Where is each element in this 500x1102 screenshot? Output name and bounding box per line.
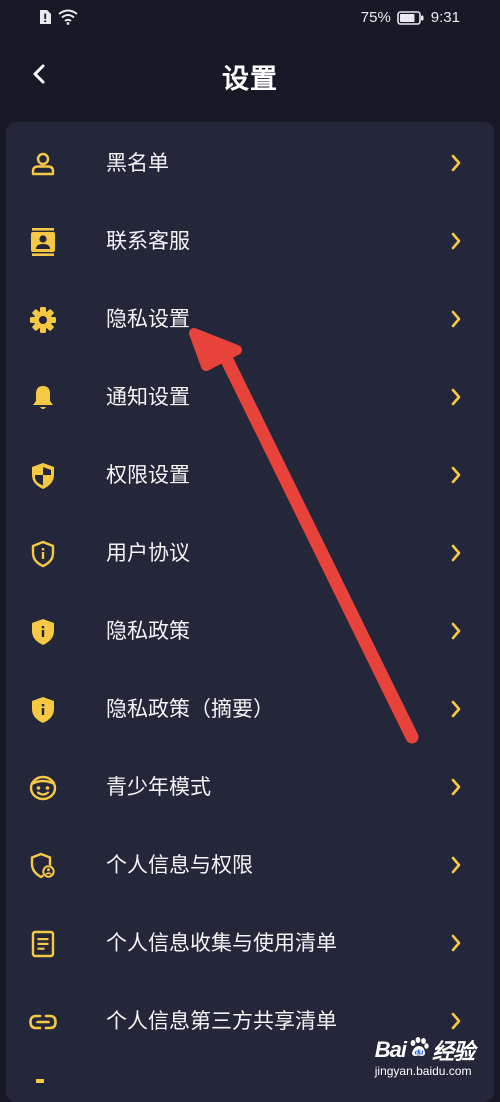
settings-item-contact-service[interactable]: 联系客服	[6, 202, 494, 280]
chevron-right-icon	[448, 776, 464, 798]
partial-item-icon	[28, 1076, 58, 1102]
chevron-right-icon	[448, 620, 464, 642]
chevron-right-icon	[448, 698, 464, 720]
watermark-brand-suffix: 经验	[431, 1039, 475, 1064]
chevron-right-icon	[448, 464, 464, 486]
settings-item-label: 个人信息收集与使用清单	[106, 931, 337, 955]
baidu-jingyan-watermark: Bai du 经验 jingyan.baidu.com	[374, 1034, 475, 1078]
chevron-right-icon	[448, 230, 464, 252]
gear-icon	[28, 305, 58, 335]
page-title: 设置	[222, 64, 278, 95]
settings-item-privacy-policy-summary[interactable]: 隐私政策（摘要）	[6, 670, 494, 748]
bell-icon	[28, 383, 58, 413]
watermark-url: jingyan.baidu.com	[374, 1064, 472, 1078]
settings-item-label: 青少年模式	[106, 775, 211, 799]
chevron-right-icon	[448, 932, 464, 954]
wifi-icon	[58, 9, 78, 25]
settings-item-personal-info-permissions[interactable]: 个人信息与权限	[6, 826, 494, 904]
chevron-right-icon	[448, 542, 464, 564]
chevron-right-icon	[448, 386, 464, 408]
battery-percent: 75%	[360, 9, 391, 26]
settings-item-label: 个人信息与权限	[106, 853, 253, 877]
smiley-face-icon	[28, 773, 58, 803]
shield-icon	[28, 461, 58, 491]
header: 设置	[0, 38, 500, 118]
settings-item-label: 个人信息第三方共享清单	[106, 1009, 337, 1033]
settings-item-teen-mode[interactable]: 青少年模式	[6, 748, 494, 826]
sim-alert-icon	[38, 9, 52, 25]
shield-info-outline-icon	[28, 539, 58, 569]
settings-item-blacklist[interactable]: 黑名单	[6, 124, 494, 202]
status-left	[38, 9, 78, 25]
chevron-right-icon	[448, 1010, 464, 1032]
settings-item-personal-info-collection-list[interactable]: 个人信息收集与使用清单	[6, 904, 494, 982]
settings-list: 黑名单 联系客服 隐私设置 通知设置 权限设置 用户协议 隐私政策 隐私政策（摘…	[6, 122, 494, 1102]
settings-item-label: 通知设置	[106, 385, 190, 409]
settings-item-notification-settings[interactable]: 通知设置	[6, 358, 494, 436]
shield-user-icon	[28, 851, 58, 881]
watermark-brand: Bai du 经验	[374, 1034, 475, 1066]
settings-item-label: 隐私政策	[106, 619, 190, 643]
watermark-brand-text: Bai	[374, 1037, 407, 1062]
settings-item-label: 权限设置	[106, 463, 190, 487]
battery-icon	[396, 10, 425, 25]
paw-icon: du	[408, 1036, 430, 1064]
clock-time: 9:31	[430, 9, 460, 26]
settings-item-label: 黑名单	[106, 151, 169, 175]
settings-item-label: 联系客服	[106, 229, 190, 253]
chevron-right-icon	[448, 152, 464, 174]
settings-item-label: 隐私政策（摘要）	[106, 697, 274, 721]
status-right: 75% 9:31	[361, 9, 460, 26]
chevron-right-icon	[448, 854, 464, 876]
settings-item-privacy-policy[interactable]: 隐私政策	[6, 592, 494, 670]
document-list-icon	[28, 929, 58, 959]
status-bar: 75% 9:31	[0, 0, 500, 38]
contact-card-icon	[28, 227, 58, 257]
chevron-right-icon	[448, 308, 464, 330]
settings-item-label: 用户协议	[106, 541, 190, 565]
link-icon	[28, 1007, 58, 1037]
shield-info-icon	[28, 695, 58, 725]
person-icon	[28, 149, 58, 179]
settings-item-permission-settings[interactable]: 权限设置	[6, 436, 494, 514]
svg-text:du: du	[414, 1049, 423, 1057]
settings-item-label: 隐私设置	[106, 307, 190, 331]
settings-item-user-agreement[interactable]: 用户协议	[6, 514, 494, 592]
shield-info-icon	[28, 617, 58, 647]
settings-item-privacy-settings[interactable]: 隐私设置	[6, 280, 494, 358]
